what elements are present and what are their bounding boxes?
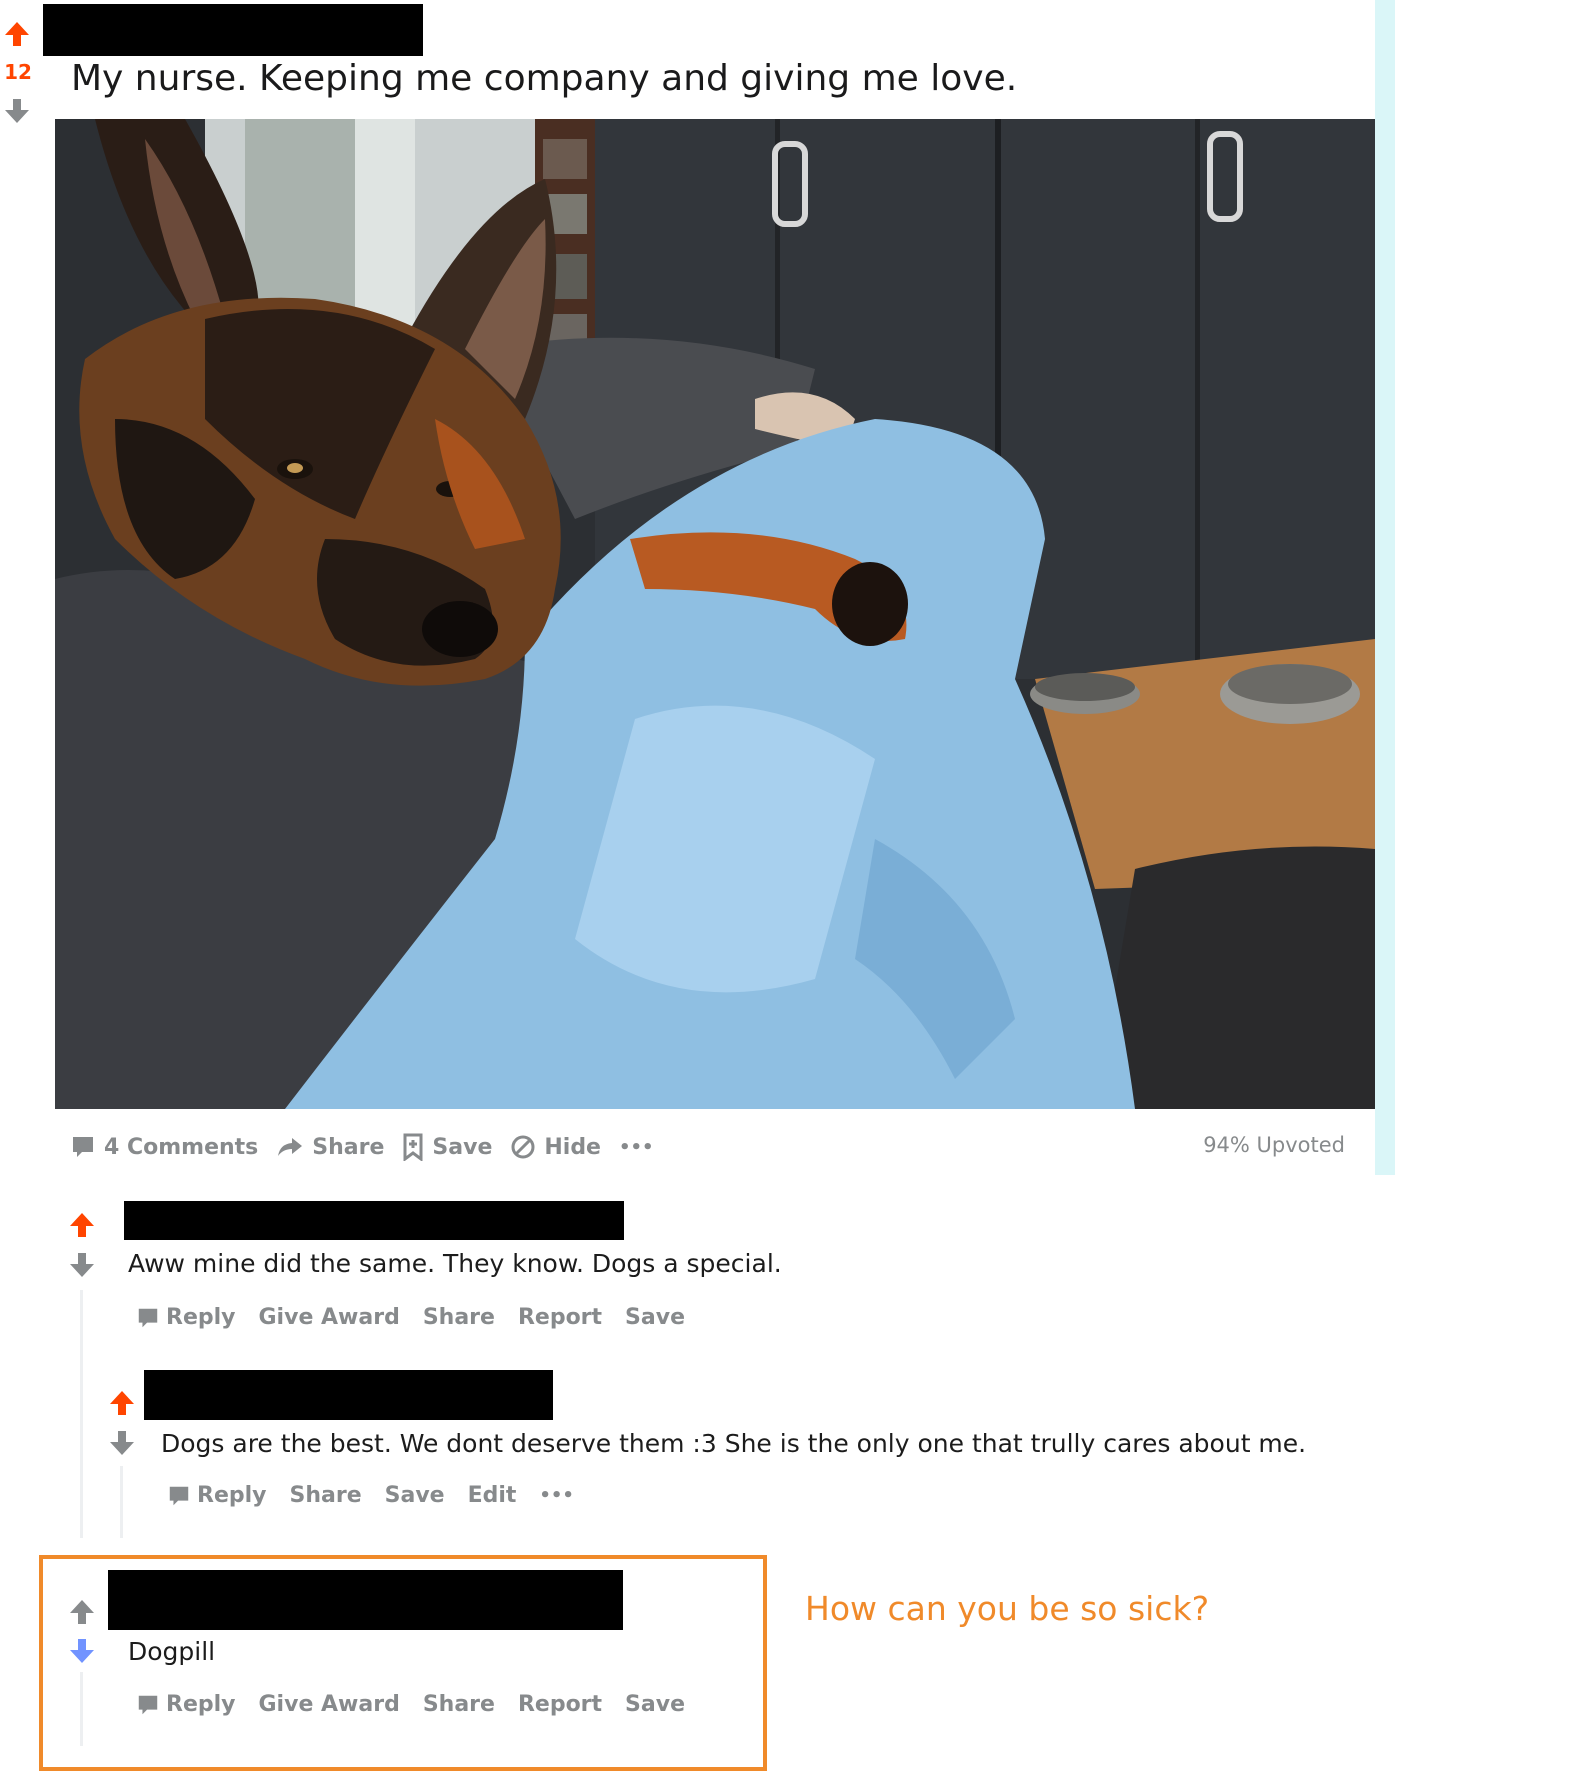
comment1-redacted-username <box>124 1201 624 1240</box>
more-options-button[interactable]: ••• <box>619 1137 654 1158</box>
comments-label: 4 Comments <box>104 1134 259 1160</box>
comment3-downvote-arrow-icon[interactable] <box>68 1637 96 1665</box>
comment-bubble-icon <box>169 1486 189 1505</box>
side-panel-edge <box>1375 0 1395 1175</box>
comment1-report-button[interactable]: Report <box>518 1305 602 1330</box>
comment-bubble-icon <box>73 1137 93 1157</box>
edit-label: Edit <box>467 1483 517 1508</box>
reply-label: Reply <box>166 1305 236 1330</box>
comment1-reply-button[interactable]: Reply <box>136 1305 236 1330</box>
share-label: Share <box>422 1692 495 1717</box>
redacted-username <box>43 4 423 56</box>
comment2-thread-line[interactable] <box>120 1466 123 1538</box>
comment1-upvote-arrow-icon[interactable] <box>68 1211 96 1239</box>
comment1-downvote-arrow-icon[interactable] <box>68 1251 96 1279</box>
comment3-give-award-button[interactable]: Give Award <box>259 1692 400 1717</box>
share-arrow-icon <box>278 1138 303 1156</box>
comment2-edit-button[interactable]: Edit <box>468 1483 517 1508</box>
share-label: Share <box>312 1134 385 1160</box>
comment2-reply-button[interactable]: Reply <box>167 1483 267 1508</box>
share-label: Share <box>422 1305 495 1330</box>
comment3-body: Dogpill <box>128 1637 216 1666</box>
comments-button[interactable]: 4 Comments <box>70 1134 258 1160</box>
hide-circle-slash-icon <box>511 1135 535 1159</box>
comment2-upvote-arrow-icon[interactable] <box>108 1389 136 1417</box>
save-button[interactable]: Save <box>402 1133 492 1161</box>
comment3-report-button[interactable]: Report <box>518 1692 602 1717</box>
comment3-save-button[interactable]: Save <box>625 1692 685 1717</box>
comment3-share-button[interactable]: Share <box>423 1692 495 1717</box>
post-image[interactable] <box>55 119 1375 1109</box>
reply-label: Reply <box>166 1692 236 1717</box>
comment-bubble-icon <box>138 1695 158 1714</box>
comment2-save-button[interactable]: Save <box>385 1483 445 1508</box>
comment1-share-button[interactable]: Share <box>423 1305 495 1330</box>
share-button[interactable]: Share <box>276 1135 384 1160</box>
give-award-label: Give Award <box>258 1305 400 1330</box>
post-upvote-arrow-icon[interactable] <box>3 20 31 48</box>
comment3-reply-button[interactable]: Reply <box>136 1692 236 1717</box>
report-label: Report <box>517 1692 603 1717</box>
comment2-share-button[interactable]: Share <box>290 1483 362 1508</box>
post-downvote-arrow-icon[interactable] <box>3 97 31 125</box>
bookmark-plus-icon <box>403 1133 423 1161</box>
hide-button[interactable]: Hide <box>510 1134 601 1160</box>
comment3-actions: Reply Give Award Share Report Save <box>136 1692 708 1717</box>
save-label: Save <box>384 1483 445 1508</box>
comment-bubble-icon <box>138 1308 158 1327</box>
more-options-label: ••• <box>618 1136 654 1158</box>
save-label: Save <box>625 1692 685 1717</box>
hide-label: Hide <box>544 1134 601 1160</box>
comment2-more-button[interactable]: ••• <box>539 1485 574 1506</box>
save-label: Save <box>625 1305 685 1330</box>
comment1-actions: Reply Give Award Share Report Save <box>136 1305 708 1330</box>
comment2-redacted-username <box>144 1370 553 1420</box>
comment2-actions: Reply Share Save Edit ••• <box>167 1483 597 1508</box>
comment3-thread-line[interactable] <box>80 1672 83 1746</box>
comment1-body: Aww mine did the same. They know. Dogs a… <box>128 1249 782 1278</box>
reply-label: Reply <box>197 1483 267 1508</box>
comment1-thread-line[interactable] <box>80 1290 83 1538</box>
save-label: Save <box>432 1134 493 1160</box>
more-label: ••• <box>539 1485 574 1506</box>
comment2-body: Dogs are the best. We dont deserve them … <box>161 1429 1307 1458</box>
post-title[interactable]: My nurse. Keeping me company and giving … <box>71 56 1017 102</box>
annotation-text: How can you be so sick? <box>805 1589 1210 1628</box>
comment1-save-button[interactable]: Save <box>625 1305 685 1330</box>
comment3-upvote-arrow-icon[interactable] <box>68 1598 96 1626</box>
comment1-give-award-button[interactable]: Give Award <box>259 1305 400 1330</box>
report-label: Report <box>517 1305 603 1330</box>
upvote-percentage: 94% Upvoted <box>1203 1133 1345 1157</box>
post-score: 12 <box>4 60 32 84</box>
share-label: Share <box>289 1483 362 1508</box>
give-award-label: Give Award <box>258 1692 400 1717</box>
comment2-downvote-arrow-icon[interactable] <box>108 1429 136 1457</box>
comment3-redacted-username <box>108 1570 623 1630</box>
post-action-bar: 4 Comments Share Save Hide ••• <box>70 1127 672 1167</box>
